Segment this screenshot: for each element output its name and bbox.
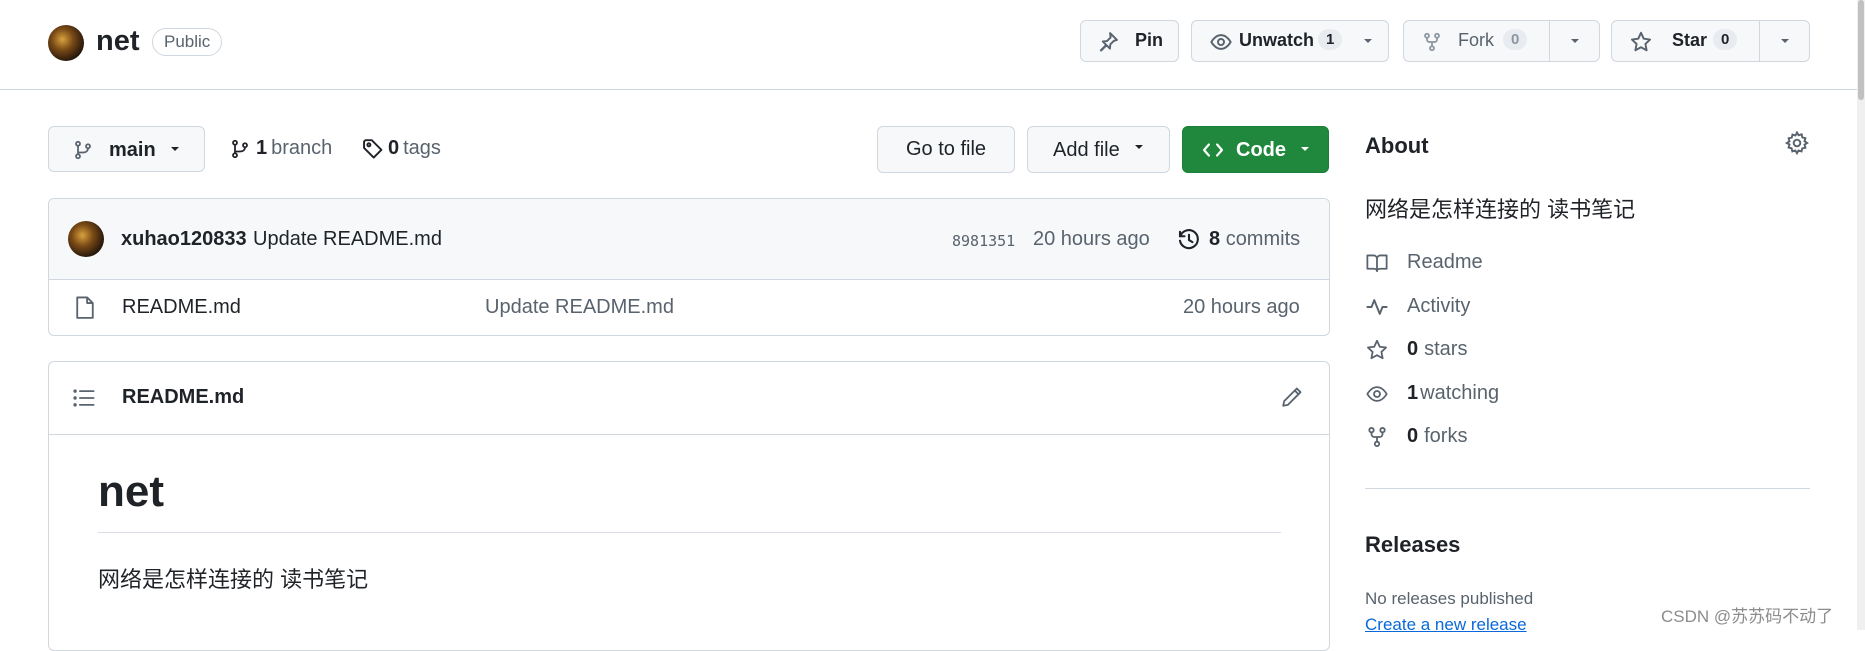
pin-icon	[1097, 31, 1119, 53]
commit-message[interactable]: Update README.md	[253, 228, 442, 251]
commit-count: 8	[1209, 228, 1221, 250]
create-release-link[interactable]: Create a new release	[1365, 615, 1527, 635]
stars-count: 0	[1407, 338, 1419, 360]
git-branch-icon	[230, 138, 250, 160]
latest-commit-bar: xuhao120833 Update README.md 8981351 20 …	[49, 199, 1329, 279]
file-listing: xuhao120833 Update README.md 8981351 20 …	[48, 198, 1330, 336]
visibility-badge: Public	[152, 28, 223, 56]
watching-label: watching	[1420, 382, 1500, 404]
fork-icon	[1365, 426, 1389, 448]
branch-select[interactable]: main	[48, 126, 205, 172]
forks-count: 0	[1407, 425, 1419, 447]
forks-link[interactable]: 0 forks	[1365, 425, 1467, 448]
activity-link[interactable]: Activity	[1365, 295, 1470, 318]
tag-label: tags	[403, 137, 441, 159]
star-button-group[interactable]: Star 0	[1611, 20, 1810, 62]
releases-title[interactable]: Releases	[1365, 532, 1460, 558]
list-icon[interactable]	[73, 388, 95, 408]
commit-time: 20 hours ago	[1033, 228, 1150, 250]
branch-label: branch	[271, 137, 333, 159]
activity-link-label: Activity	[1407, 295, 1471, 317]
readme-link[interactable]: Readme	[1365, 251, 1483, 274]
git-branch-icon	[73, 139, 93, 161]
pencil-icon[interactable]	[1281, 386, 1303, 408]
code-label: Code	[1236, 139, 1286, 161]
pin-button[interactable]: Pin	[1080, 20, 1179, 62]
chevron-down-icon	[1360, 33, 1376, 49]
file-commit-message[interactable]: Update README.md	[485, 296, 674, 319]
eye-icon	[1365, 383, 1389, 405]
commit-label: commits	[1225, 228, 1301, 250]
fork-icon	[1422, 31, 1442, 53]
file-commit-time: 20 hours ago	[1183, 296, 1300, 318]
unwatch-button[interactable]: Unwatch 1	[1191, 20, 1389, 62]
code-button[interactable]: Code	[1182, 126, 1329, 173]
gear-icon[interactable]	[1785, 131, 1809, 155]
stars-link[interactable]: 0 stars	[1365, 338, 1467, 361]
readme-heading-rule	[98, 532, 1281, 533]
branch-name: main	[109, 139, 156, 161]
add-file-button[interactable]: Add file	[1027, 126, 1170, 173]
code-icon	[1201, 139, 1225, 161]
sidebar-divider	[1365, 488, 1810, 489]
unwatch-label: Unwatch	[1239, 30, 1315, 50]
fork-button-group[interactable]: Fork 0	[1403, 20, 1600, 62]
branch-count: 1	[256, 137, 268, 159]
watch-count: 1	[1318, 29, 1343, 50]
forks-label: forks	[1424, 425, 1468, 447]
fork-count: 0	[1503, 29, 1528, 50]
header-divider	[0, 89, 1865, 90]
file-row[interactable]: README.md Update README.md 20 hours ago	[49, 280, 1329, 335]
owner-avatar[interactable]	[48, 25, 84, 61]
star-dropdown-icon[interactable]	[1777, 33, 1793, 49]
readme-paragraph: 网络是怎样连接的 读书笔记	[98, 567, 369, 592]
about-title: About	[1365, 133, 1429, 158]
branches-link[interactable]: 1 branch	[230, 137, 332, 160]
stars-label: stars	[1424, 338, 1468, 360]
star-icon	[1630, 31, 1652, 53]
history-icon	[1177, 228, 1201, 252]
readme-header-divider	[49, 434, 1329, 435]
tags-link[interactable]: 0 tags	[362, 137, 441, 160]
chevron-down-icon	[167, 141, 183, 157]
readme-heading: net	[98, 467, 164, 516]
fork-dropdown-icon[interactable]	[1567, 33, 1583, 49]
author-avatar[interactable]	[68, 221, 104, 257]
chevron-down-icon	[1297, 141, 1313, 157]
chevron-down-icon	[1131, 139, 1147, 155]
book-icon	[1365, 252, 1389, 274]
tag-count: 0	[388, 137, 400, 159]
star-count: 0	[1713, 29, 1738, 50]
file-icon	[75, 296, 95, 320]
csdn-watermark: CSDN @苏苏码不动了	[1661, 607, 1834, 626]
commits-link[interactable]: 8 commits	[1209, 228, 1300, 251]
no-releases-text: No releases published	[1365, 589, 1534, 608]
commit-author[interactable]: xuhao120833	[121, 228, 247, 251]
commit-sha[interactable]: 8981351	[952, 232, 1015, 250]
fork-label: Fork	[1458, 30, 1494, 50]
go-to-file-label: Go to file	[905, 138, 987, 160]
readme-panel: README.md net 网络是怎样连接的 读书笔记	[48, 361, 1330, 651]
file-name[interactable]: README.md	[122, 296, 241, 319]
readme-link-label: Readme	[1407, 251, 1483, 273]
repo-name[interactable]: net	[96, 25, 140, 58]
star-icon	[1365, 339, 1389, 361]
tag-icon	[362, 138, 384, 160]
add-file-label: Add file	[1053, 139, 1120, 161]
go-to-file-button[interactable]: Go to file	[877, 126, 1015, 173]
watching-count: 1	[1407, 382, 1419, 404]
pin-label: Pin	[1135, 30, 1164, 50]
readme-filename[interactable]: README.md	[122, 386, 244, 409]
star-label: Star	[1672, 30, 1708, 50]
scrollbar-thumb[interactable]	[1858, 0, 1864, 100]
watching-link[interactable]: 1 watching	[1365, 382, 1499, 405]
about-description: 网络是怎样连接的 读书笔记	[1365, 197, 1636, 222]
pulse-icon	[1365, 296, 1389, 318]
eye-icon	[1210, 31, 1232, 53]
